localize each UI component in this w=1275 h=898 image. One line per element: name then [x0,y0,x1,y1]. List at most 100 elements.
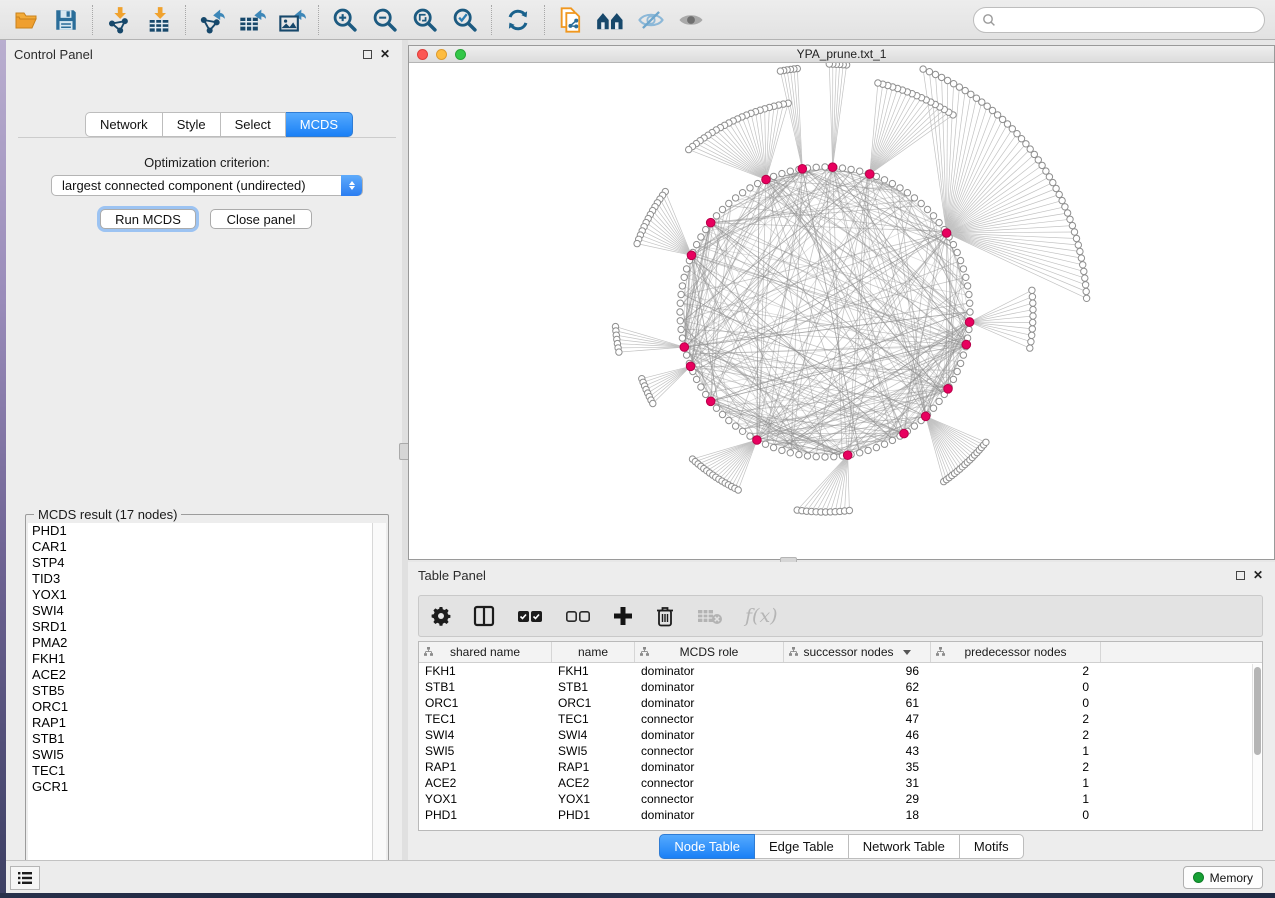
table-toolbar: f(x) [418,595,1263,637]
column-header-name[interactable]: name [552,642,635,662]
mcds-result-item[interactable]: STB1 [28,731,372,747]
hide-eye-slash-icon [636,7,666,33]
zoom-selected-button[interactable] [445,3,485,37]
mcds-result-item[interactable]: PMA2 [28,635,372,651]
network-graph[interactable] [409,63,1274,559]
first-neighbors-button[interactable] [591,3,631,37]
mcds-list-scrollbar[interactable] [372,523,386,876]
table-row[interactable]: FKH1FKH1dominator962 [419,663,1262,679]
mcds-result-item[interactable]: CAR1 [28,539,372,555]
float-panel-icon[interactable] [363,50,372,59]
settings-gear-button[interactable] [431,601,451,631]
export-network-button[interactable] [192,3,232,37]
mcds-result-item[interactable]: STP4 [28,555,372,571]
network-titlebar[interactable]: YPA_prune.txt_1 [409,46,1274,63]
tab-node-table[interactable]: Node Table [659,834,755,859]
zoom-in-icon [331,6,359,34]
task-history-button[interactable] [10,866,40,890]
table-row[interactable]: ACE2ACE2connector311 [419,775,1262,791]
hide-selected-button[interactable] [631,3,671,37]
cell-mcds_role: dominator [635,695,784,711]
toolbar-separator [544,5,545,35]
tab-select[interactable]: Select [221,112,286,137]
mcds-result-item[interactable]: SWI5 [28,747,372,763]
cell-name: STB1 [552,679,635,695]
table-scrollbar-thumb[interactable] [1254,667,1261,755]
table-row[interactable]: YOX1YOX1connector291 [419,791,1262,807]
table-row[interactable]: PHD1PHD1dominator180 [419,807,1262,823]
mcds-result-item[interactable]: SWI4 [28,603,372,619]
select-all-button[interactable] [517,601,543,631]
cell-name: PHD1 [552,807,635,823]
open-file-button[interactable] [6,3,46,37]
mcds-result-item[interactable]: GCR1 [28,779,372,795]
table-row[interactable]: STB1STB1dominator620 [419,679,1262,695]
mcds-result-item[interactable]: ORC1 [28,699,372,715]
zoom-out-icon [371,6,399,34]
import-table-button[interactable] [139,3,179,37]
column-header-predecessor_nodes[interactable]: predecessor nodes [931,642,1101,662]
memory-label: Memory [1210,871,1253,885]
import-network-button[interactable] [99,3,139,37]
zoom-fit-button[interactable] [405,3,445,37]
zoom-in-button[interactable] [325,3,365,37]
table-row[interactable]: RAP1RAP1dominator352 [419,759,1262,775]
column-header-successor_nodes[interactable]: successor nodes [784,642,931,662]
tab-network-table[interactable]: Network Table [849,834,960,859]
tab-motifs[interactable]: Motifs [960,834,1024,859]
cell-name: FKH1 [552,663,635,679]
mcds-result-item[interactable]: STB5 [28,683,372,699]
search-box[interactable] [973,7,1265,33]
run-mcds-button[interactable]: Run MCDS [100,209,196,229]
network-canvas[interactable] [409,63,1274,559]
column-visibility-button[interactable] [473,601,495,631]
close-panel-button[interactable]: Close panel [210,209,312,229]
table-scrollbar[interactable] [1252,664,1261,830]
table-panel-title: Table Panel [418,568,486,583]
add-row-button[interactable] [613,601,633,631]
table-row[interactable]: SWI5SWI5connector431 [419,743,1262,759]
mcds-result-item[interactable]: ACE2 [28,667,372,683]
table-row[interactable]: TEC1TEC1connector472 [419,711,1262,727]
refresh-view-button[interactable] [498,3,538,37]
export-table-button[interactable] [232,3,272,37]
mcds-result-item[interactable]: FKH1 [28,651,372,667]
memory-button[interactable]: Memory [1183,866,1263,889]
close-panel-icon[interactable]: ✕ [1253,571,1263,580]
cell-shared_name: SWI5 [419,743,552,759]
column-type-icon [936,647,945,656]
optimization-criterion-select[interactable]: largest connected component (undirected) [51,175,363,196]
cell-predecessor_nodes: 1 [931,743,1101,759]
export-image-button[interactable] [272,3,312,37]
cell-predecessor_nodes: 0 [931,807,1101,823]
mcds-result-item[interactable]: SRD1 [28,619,372,635]
mcds-result-item[interactable]: TEC1 [28,763,372,779]
cell-shared_name: ORC1 [419,695,552,711]
column-header-mcds_role[interactable]: MCDS role [635,642,784,662]
mcds-result-item[interactable]: RAP1 [28,715,372,731]
tab-mcds[interactable]: MCDS [286,112,353,137]
show-all-button[interactable] [671,3,711,37]
mcds-result-item[interactable]: TID3 [28,571,372,587]
mcds-result-list[interactable]: PHD1CAR1STP4TID3YOX1SWI4SRD1PMA2FKH1ACE2… [28,523,372,876]
save-session-button[interactable] [46,3,86,37]
float-panel-icon[interactable] [1236,571,1245,580]
delete-row-button[interactable] [655,601,675,631]
zoom-out-button[interactable] [365,3,405,37]
deselect-all-button[interactable] [565,601,591,631]
search-input[interactable] [1001,13,1264,28]
cell-successor_nodes: 61 [784,695,931,711]
select-all-icon [517,609,543,623]
table-row[interactable]: ORC1ORC1dominator610 [419,695,1262,711]
duplicate-network-icon [557,6,585,34]
tab-style[interactable]: Style [163,112,221,137]
tab-edge-table[interactable]: Edge Table [755,834,849,859]
close-panel-icon[interactable]: ✕ [380,50,390,59]
tab-network[interactable]: Network [85,112,163,137]
mcds-result-item[interactable]: PHD1 [28,523,372,539]
deselect-all-icon [565,609,591,623]
mcds-result-item[interactable]: YOX1 [28,587,372,603]
duplicate-network-button[interactable] [551,3,591,37]
column-header-shared_name[interactable]: shared name [419,642,552,662]
table-row[interactable]: SWI4SWI4dominator462 [419,727,1262,743]
